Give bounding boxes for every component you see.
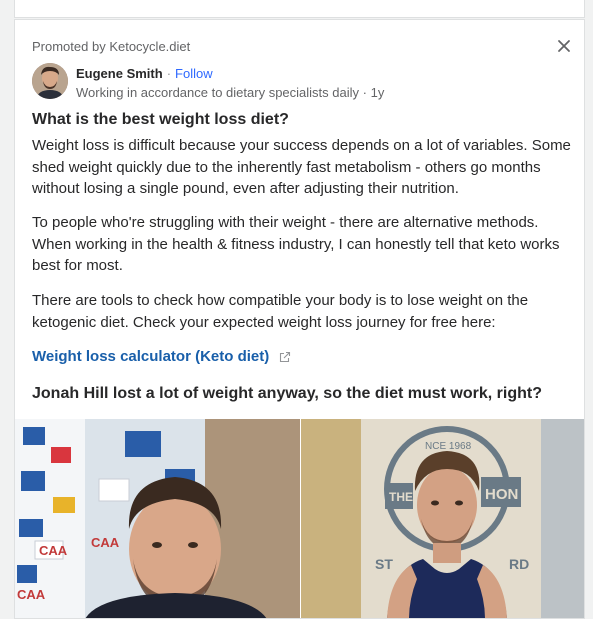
author-name[interactable]: Eugene Smith bbox=[76, 66, 163, 81]
credential-text: Working in accordance to dietary special… bbox=[76, 85, 360, 100]
sign-text-4: ST bbox=[375, 556, 393, 572]
weight-loss-calculator-link[interactable]: Weight loss calculator (Keto diet) bbox=[32, 348, 269, 365]
post-subheading: Jonah Hill lost a lot of weight anyway, … bbox=[32, 385, 542, 402]
backdrop-text-3: CAA bbox=[91, 535, 120, 550]
previous-card-edge bbox=[14, 0, 585, 18]
ad-post-card: Promoted by Ketocycle.diet Eugene Smith ·… bbox=[14, 19, 585, 619]
post-title[interactable]: What is the best weight loss diet? bbox=[32, 111, 289, 129]
author-credential: Working in accordance to dietary special… bbox=[76, 85, 384, 100]
post-paragraph-3: There are tools to check how compatible … bbox=[32, 292, 529, 331]
follow-button[interactable]: Follow bbox=[175, 66, 213, 81]
sign-text-1: NCE 1968 bbox=[425, 441, 472, 452]
time-separator: · bbox=[362, 85, 367, 100]
backdrop-text-1: CAA bbox=[39, 543, 68, 558]
sign-text-3: HON bbox=[485, 486, 518, 503]
post-timestamp[interactable]: 1y bbox=[371, 85, 385, 100]
close-icon[interactable] bbox=[554, 36, 574, 56]
promoted-label: Promoted by Ketocycle.diet bbox=[32, 39, 191, 54]
separator-dot: · bbox=[166, 66, 172, 81]
backdrop-text-2: CAA bbox=[17, 587, 46, 602]
post-paragraph-1: Weight loss is difficult because your su… bbox=[32, 137, 571, 197]
sign-text-5: RD bbox=[509, 556, 529, 572]
external-link-icon bbox=[279, 351, 291, 363]
avatar[interactable] bbox=[32, 63, 68, 99]
post-paragraph-2: To people who're struggling with their w… bbox=[32, 214, 560, 274]
after-photo: NCE 1968 THE HON ST RD bbox=[301, 419, 584, 618]
before-photo: CAA CAA CAA bbox=[15, 419, 300, 618]
author-line: Eugene Smith · Follow bbox=[76, 66, 213, 81]
sign-text-2: THE bbox=[389, 490, 413, 504]
